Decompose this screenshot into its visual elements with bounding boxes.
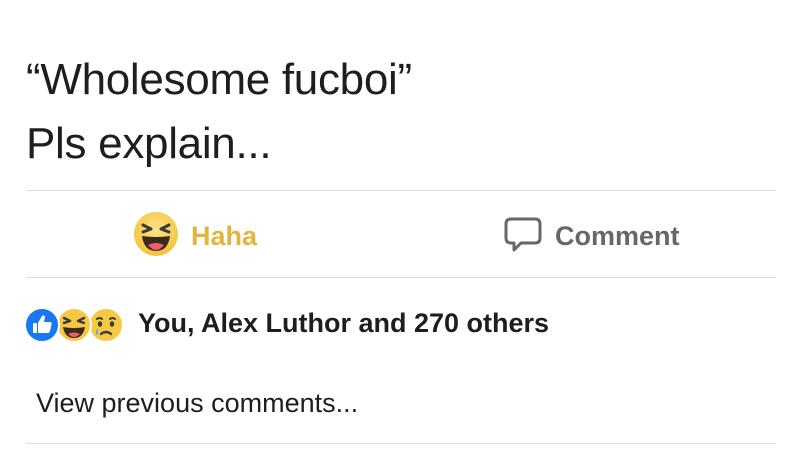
reactions-summary: You, Alex Luthor and 270 others <box>138 307 550 338</box>
haha-icon <box>133 211 179 262</box>
comment-label: Comment <box>555 220 680 251</box>
like-icon <box>24 307 60 348</box>
comment-button[interactable]: Comment <box>503 213 680 259</box>
post-text: “Wholesome fucboi” Pls explain... <box>26 48 766 176</box>
divider-middle <box>26 277 776 278</box>
post-text-line-1: “Wholesome fucboi” <box>26 55 412 104</box>
divider-bottom <box>26 443 776 444</box>
comment-bubble-icon <box>503 214 543 259</box>
sad-icon <box>88 307 124 348</box>
view-previous-comments-link[interactable]: View previous comments... <box>36 388 358 419</box>
divider-top <box>26 190 776 191</box>
haha-reaction-button[interactable]: Haha <box>133 211 258 262</box>
reactions-row[interactable]: You, Alex Luthor and 270 others <box>24 303 549 343</box>
reaction-icons <box>24 305 132 343</box>
post-card: “Wholesome fucboi” Pls explain... Haha C… <box>0 0 800 450</box>
post-text-line-2: Pls explain... <box>26 119 272 168</box>
haha-small-icon <box>56 307 92 348</box>
haha-label: Haha <box>191 220 258 251</box>
